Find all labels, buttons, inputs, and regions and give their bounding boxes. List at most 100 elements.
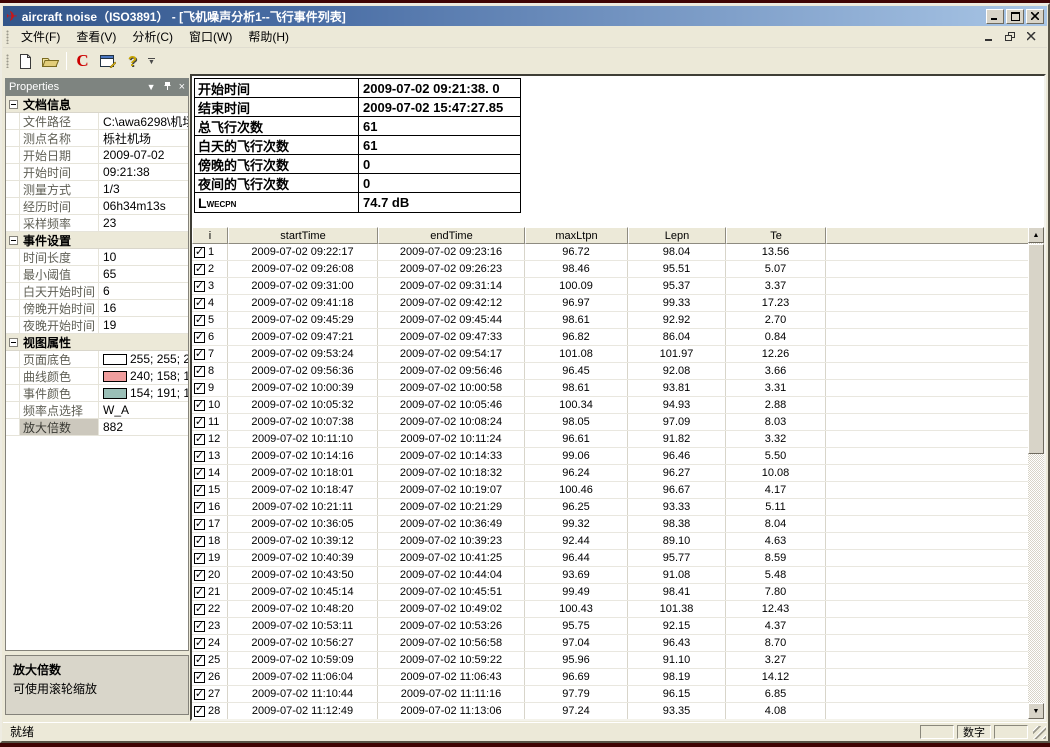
row-checkbox[interactable]: ✓ [194,587,205,598]
table-row[interactable]: ✓252009-07-02 10:59:092009-07-02 10:59:2… [192,652,1028,669]
row-checkbox[interactable]: ✓ [194,298,205,309]
row-checkbox[interactable]: ✓ [194,689,205,700]
property-value[interactable]: 154; 191; 18 [99,385,188,401]
pin-icon[interactable] [163,81,172,93]
table-row[interactable]: ✓262009-07-02 11:06:042009-07-02 11:06:4… [192,669,1028,686]
table-row[interactable]: ✓162009-07-02 10:21:112009-07-02 10:21:2… [192,499,1028,516]
column-header-lepn[interactable]: Lepn [628,227,726,244]
row-checkbox[interactable]: ✓ [194,536,205,547]
table-row[interactable]: ✓42009-07-02 09:41:182009-07-02 09:42:12… [192,295,1028,312]
close-icon[interactable]: × [179,83,185,92]
minimize-button[interactable] [986,9,1004,24]
row-checkbox[interactable]: ✓ [194,383,205,394]
table-row[interactable]: ✓72009-07-02 09:53:242009-07-02 09:54:17… [192,346,1028,363]
property-section-header[interactable]: 事件设置 [6,232,188,249]
menu-item-help[interactable]: 帮助(H) [240,25,297,48]
property-value[interactable]: 09:21:38 [99,164,188,180]
toolbar-overflow-button[interactable]: ▼ [145,50,158,72]
property-value[interactable]: 06h34m13s [99,198,188,214]
row-checkbox[interactable]: ✓ [194,264,205,275]
property-value[interactable]: C:\awa6298\机场 [99,113,188,129]
row-checkbox[interactable]: ✓ [194,451,205,462]
row-checkbox[interactable]: ✓ [194,332,205,343]
table-row[interactable]: ✓192009-07-02 10:40:392009-07-02 10:41:2… [192,550,1028,567]
column-header-starttime[interactable]: startTime [228,227,378,244]
property-value[interactable]: 栎社机场 [99,130,188,146]
property-row[interactable]: 测点名称栎社机场 [6,130,188,147]
table-row[interactable]: ✓102009-07-02 10:05:322009-07-02 10:05:4… [192,397,1028,414]
property-section-header[interactable]: 文档信息 [6,96,188,113]
scroll-up-button[interactable]: ▲ [1028,227,1044,243]
property-value[interactable]: 16 [99,300,188,316]
table-row[interactable]: ✓22009-07-02 09:26:082009-07-02 09:26:23… [192,261,1028,278]
property-row[interactable]: 时间长度10 [6,249,188,266]
chevron-down-icon[interactable]: ▼ [147,83,156,92]
menu-item-window[interactable]: 窗口(W) [181,25,240,48]
close-button[interactable] [1026,9,1044,24]
vertical-scrollbar[interactable]: ▲ ▼ [1028,227,1044,719]
table-row[interactable]: ✓222009-07-02 10:48:202009-07-02 10:49:0… [192,601,1028,618]
scrollbar-thumb[interactable] [1028,244,1044,454]
property-value[interactable]: 19 [99,317,188,333]
table-row[interactable]: ✓272009-07-02 11:10:442009-07-02 11:11:1… [192,686,1028,703]
table-row[interactable]: ✓32009-07-02 09:31:002009-07-02 09:31:14… [192,278,1028,295]
maximize-button[interactable] [1006,9,1024,24]
menu-item-file[interactable]: 文件(F) [13,25,68,48]
open-folder-button[interactable] [39,50,62,72]
property-row[interactable]: 测量方式1/3 [6,181,188,198]
property-row[interactable]: 傍晚开始时间16 [6,300,188,317]
c-weighting-button[interactable]: C [71,50,94,72]
property-value[interactable]: 6 [99,283,188,299]
property-value[interactable]: 882 [99,419,188,435]
menu-item-analysis[interactable]: 分析(C) [124,25,181,48]
property-row[interactable]: 采样频率23 [6,215,188,232]
table-row[interactable]: ✓112009-07-02 10:07:382009-07-02 10:08:2… [192,414,1028,431]
table-row[interactable]: ✓232009-07-02 10:53:112009-07-02 10:53:2… [192,618,1028,635]
column-header-maxltpn[interactable]: maxLtpn [525,227,628,244]
row-checkbox[interactable]: ✓ [194,655,205,666]
table-row[interactable]: ✓152009-07-02 10:18:472009-07-02 10:19:0… [192,482,1028,499]
table-row[interactable]: ✓82009-07-02 09:56:362009-07-02 09:56:46… [192,363,1028,380]
row-checkbox[interactable]: ✓ [194,315,205,326]
table-row[interactable]: ✓12009-07-02 09:22:172009-07-02 09:23:16… [192,244,1028,261]
property-row[interactable]: 最小阈值65 [6,266,188,283]
property-row[interactable]: 放大倍数882 [6,419,188,436]
row-checkbox[interactable]: ✓ [194,502,205,513]
property-value[interactable]: 65 [99,266,188,282]
collapse-icon[interactable] [9,236,18,245]
resize-grip-icon[interactable] [1033,726,1046,739]
row-checkbox[interactable]: ✓ [194,349,205,360]
table-row[interactable]: ✓132009-07-02 10:14:162009-07-02 10:14:3… [192,448,1028,465]
column-header-te[interactable]: Te [726,227,826,244]
row-checkbox[interactable]: ✓ [194,604,205,615]
property-value[interactable]: 240; 158; 15 [99,368,188,384]
table-row[interactable]: ✓182009-07-02 10:39:122009-07-02 10:39:2… [192,533,1028,550]
table-row[interactable]: ✓242009-07-02 10:56:272009-07-02 10:56:5… [192,635,1028,652]
help-button[interactable]: ? [121,50,144,72]
properties-panel-header[interactable]: Properties ▼ × [5,78,189,96]
menu-item-view[interactable]: 查看(V) [68,25,124,48]
table-row[interactable]: ✓52009-07-02 09:45:292009-07-02 09:45:44… [192,312,1028,329]
row-checkbox[interactable]: ✓ [194,281,205,292]
property-row[interactable]: 开始日期2009-07-02 [6,147,188,164]
property-row[interactable]: 夜晚开始时间19 [6,317,188,334]
row-checkbox[interactable]: ✓ [194,570,205,581]
property-value[interactable]: 255; 255; 25 [99,351,188,367]
table-row[interactable]: ✓212009-07-02 10:45:142009-07-02 10:45:5… [192,584,1028,601]
column-header-i[interactable]: i [192,227,228,244]
properties-button[interactable] [96,50,119,72]
property-row[interactable]: 白天开始时间6 [6,283,188,300]
property-row[interactable]: 页面底色255; 255; 25 [6,351,188,368]
column-header-endtime[interactable]: endTime [378,227,525,244]
table-row[interactable]: ✓142009-07-02 10:18:012009-07-02 10:18:3… [192,465,1028,482]
property-row[interactable]: 经历时间06h34m13s [6,198,188,215]
toolbar-grip[interactable] [6,54,9,68]
row-checkbox[interactable]: ✓ [194,417,205,428]
table-row[interactable]: ✓282009-07-02 11:12:492009-07-02 11:13:0… [192,703,1028,719]
table-row[interactable]: ✓92009-07-02 10:00:392009-07-02 10:00:58… [192,380,1028,397]
property-value[interactable]: 10 [99,249,188,265]
row-checkbox[interactable]: ✓ [194,247,205,258]
collapse-icon[interactable] [9,338,18,347]
new-document-button[interactable] [14,50,37,72]
row-checkbox[interactable]: ✓ [194,706,205,717]
